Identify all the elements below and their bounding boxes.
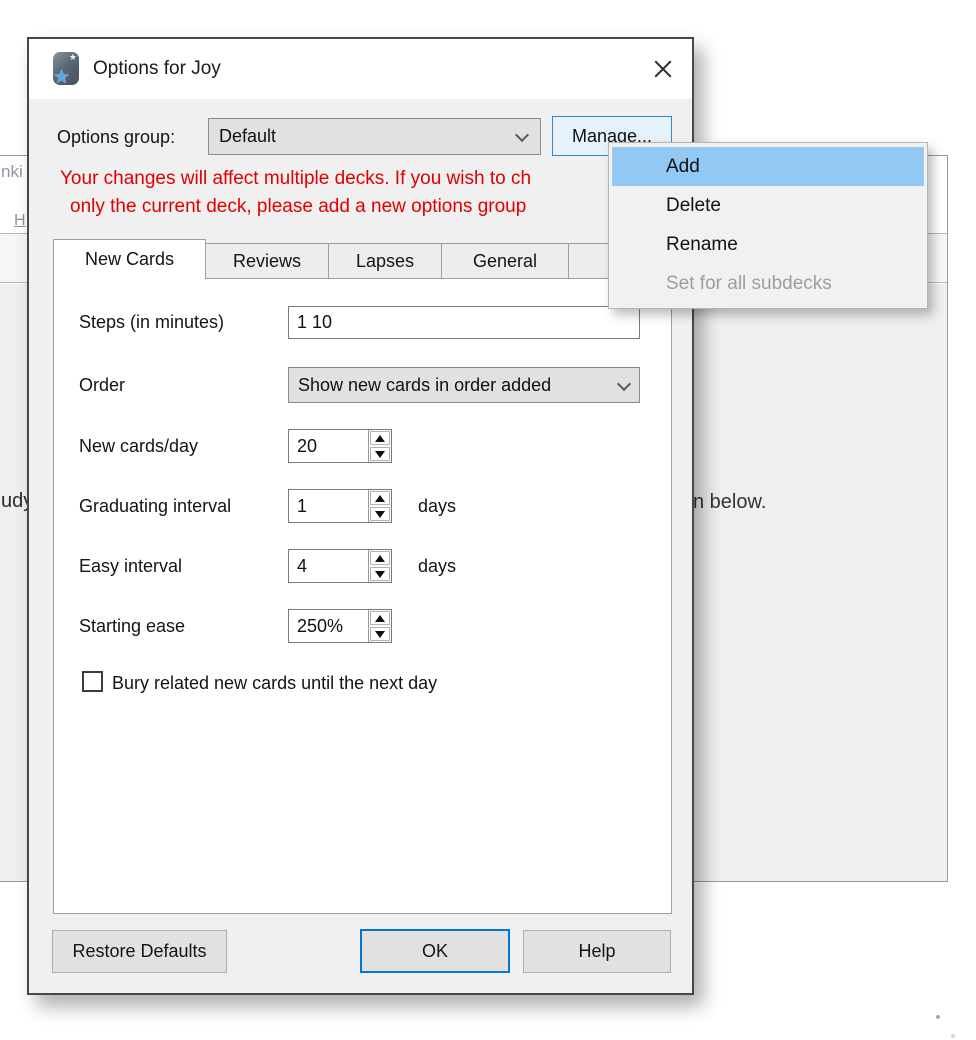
- new-cards-per-day-spinner[interactable]: 20: [288, 429, 392, 463]
- graduating-interval-suffix: days: [418, 496, 456, 517]
- steps-label: Steps (in minutes): [79, 312, 224, 333]
- help-button[interactable]: Help: [523, 930, 671, 973]
- tab-reviews[interactable]: Reviews: [206, 243, 329, 279]
- restore-defaults-button[interactable]: Restore Defaults: [52, 930, 227, 973]
- tab-lapses[interactable]: Lapses: [329, 243, 442, 279]
- background-window-title-fragment: nki: [1, 162, 23, 182]
- bury-checkbox[interactable]: [82, 671, 103, 692]
- dialog-title: Options for Joy: [93, 39, 221, 99]
- screen-speck-dot: [936, 1015, 940, 1019]
- tab-new-cards[interactable]: New Cards: [53, 239, 206, 279]
- easy-interval-suffix: days: [418, 556, 456, 577]
- background-below-text-fragment: n below.: [693, 491, 766, 514]
- warning-text-line2: only the current deck, please add a new …: [70, 196, 526, 218]
- spin-up-icon[interactable]: [370, 551, 390, 565]
- steps-input[interactable]: [288, 306, 640, 339]
- starting-ease-value: 250%: [297, 610, 343, 642]
- easy-interval-label: Easy interval: [79, 556, 182, 577]
- spin-down-icon[interactable]: [370, 507, 390, 521]
- options-dialog: ★ ★ Options for Joy Options group: Defau…: [27, 37, 694, 995]
- spin-up-icon[interactable]: [370, 431, 390, 445]
- new-cards-per-day-label: New cards/day: [79, 436, 198, 457]
- screen-speck-dot: [951, 1034, 955, 1038]
- anki-star-icon: ★: [53, 66, 70, 85]
- screen: nki H udy n below. ★ ★ Options for Joy O…: [0, 0, 976, 1040]
- graduating-interval-label: Graduating interval: [79, 496, 231, 517]
- new-cards-tab-panel: Steps (in minutes) Order Show new cards …: [53, 278, 672, 914]
- close-icon[interactable]: [650, 56, 676, 82]
- chevron-down-icon: [515, 128, 529, 142]
- menu-item-set-for-all-subdecks[interactable]: Set for all subdecks: [609, 264, 927, 303]
- new-cards-per-day-value: 20: [297, 430, 317, 462]
- manage-context-menu: Add Delete Rename Set for all subdecks: [608, 142, 928, 309]
- options-group-label: Options group:: [57, 127, 175, 148]
- spin-down-icon[interactable]: [370, 447, 390, 461]
- dialog-titlebar: ★ ★ Options for Joy: [29, 39, 692, 99]
- ok-button[interactable]: OK: [360, 929, 510, 973]
- order-select[interactable]: Show new cards in order added: [288, 367, 640, 403]
- graduating-interval-spinner[interactable]: 1: [288, 489, 392, 523]
- bury-checkbox-label: Bury related new cards until the next da…: [112, 673, 437, 694]
- starting-ease-label: Starting ease: [79, 616, 185, 637]
- options-group-select[interactable]: Default: [208, 118, 541, 155]
- graduating-interval-value: 1: [297, 490, 307, 522]
- spin-up-icon[interactable]: [370, 611, 390, 625]
- spin-down-icon[interactable]: [370, 567, 390, 581]
- options-group-selected-value: Default: [219, 119, 276, 154]
- starting-ease-spinner[interactable]: 250%: [288, 609, 392, 643]
- background-link-fragment: H: [14, 212, 26, 230]
- easy-interval-value: 4: [297, 550, 307, 582]
- chevron-down-icon: [617, 377, 631, 391]
- easy-interval-spinner[interactable]: 4: [288, 549, 392, 583]
- warning-text-line1: Your changes will affect multiple decks.…: [60, 168, 531, 190]
- anki-app-icon: ★ ★: [53, 52, 79, 85]
- spin-down-icon[interactable]: [370, 627, 390, 641]
- tab-general[interactable]: General: [442, 243, 569, 279]
- menu-item-rename[interactable]: Rename: [609, 225, 927, 264]
- anki-small-star-icon: ★: [69, 52, 77, 63]
- menu-item-delete[interactable]: Delete: [609, 186, 927, 225]
- menu-item-add[interactable]: Add: [612, 147, 924, 186]
- order-label: Order: [79, 375, 125, 396]
- spin-up-icon[interactable]: [370, 491, 390, 505]
- order-selected-value: Show new cards in order added: [298, 368, 613, 402]
